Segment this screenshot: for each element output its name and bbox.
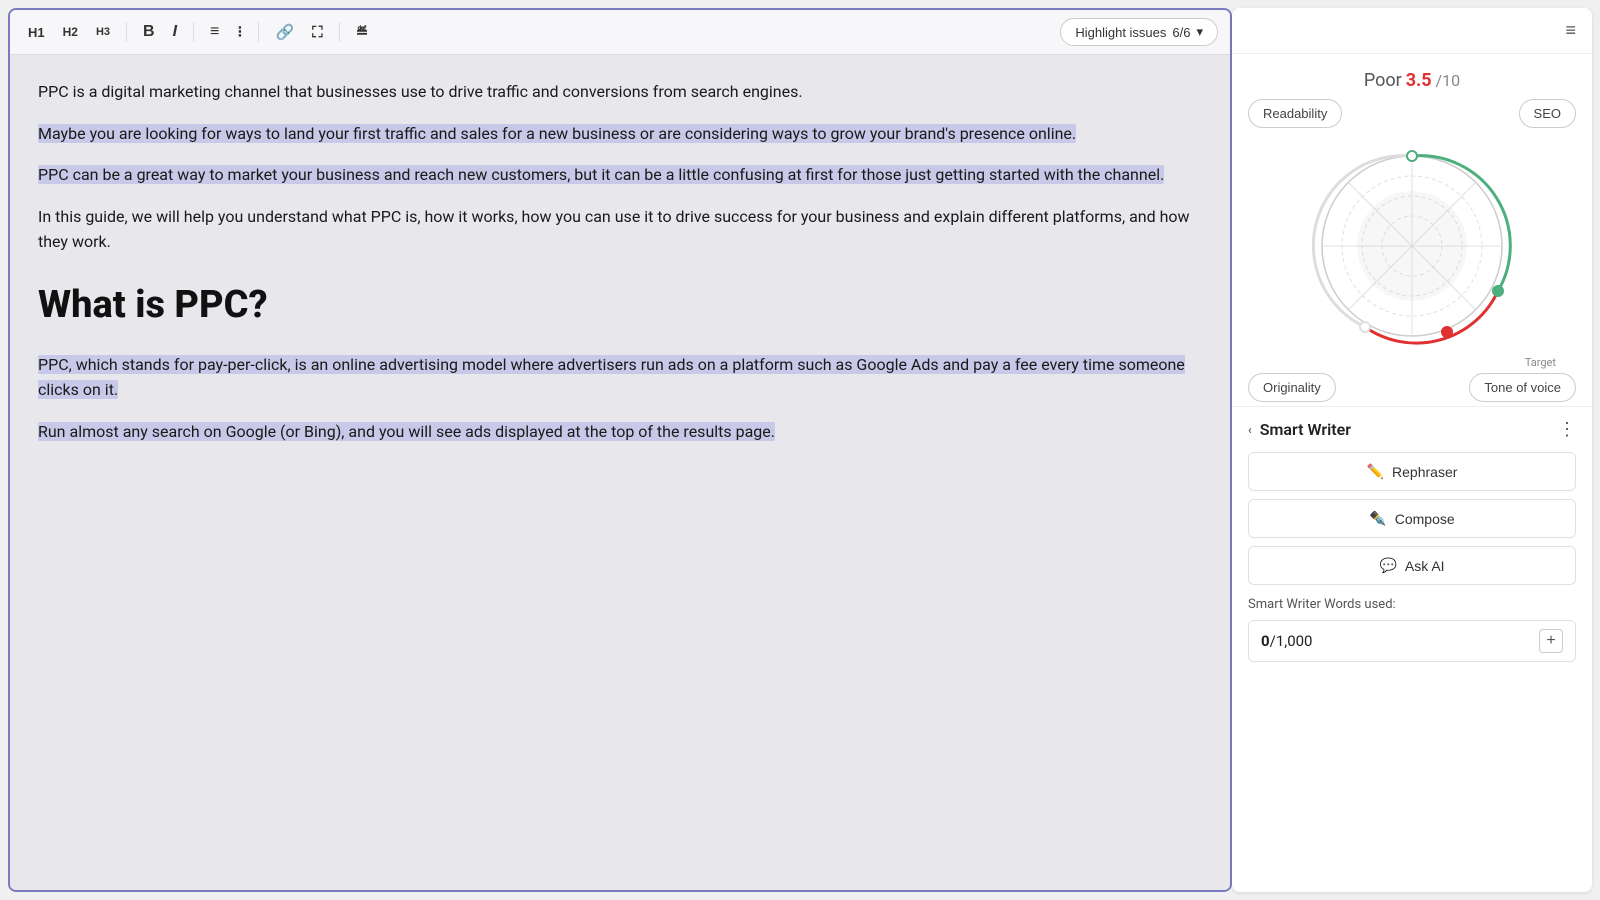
separator-2	[193, 22, 194, 42]
more-options-icon[interactable]: ⋮	[1558, 419, 1576, 440]
words-total: 1,000	[1276, 632, 1313, 650]
separator-1	[126, 22, 127, 42]
tone-of-voice-badge[interactable]: Tone of voice	[1469, 373, 1576, 402]
editor-panel: H1 H2 H3 B I ≡ ⁝ 🔗 ⛶ ≝ Highlight issues …	[8, 8, 1232, 892]
compose-label: Compose	[1395, 511, 1455, 527]
highlight-count: 6/6	[1172, 25, 1190, 40]
h2-button[interactable]: H2	[57, 21, 84, 43]
paragraph-6: Run almost any search on Google (or Bing…	[38, 419, 1202, 445]
paragraph-4: In this guide, we will help you understa…	[38, 204, 1202, 255]
heading-what-is-ppc: What is PPC?	[38, 275, 1202, 336]
radar-chart	[1232, 136, 1592, 356]
separator-3	[258, 22, 259, 42]
compose-icon: ✒️	[1369, 510, 1386, 527]
score-value: 3.5	[1406, 70, 1432, 91]
badges-bottom-row: Originality Tone of voice	[1232, 373, 1592, 402]
score-label: Poor	[1364, 70, 1402, 91]
ordered-list-button[interactable]: ≡	[204, 19, 225, 45]
target-label: Target	[1232, 356, 1592, 369]
smart-writer-header: ‹ Smart Writer ⋮	[1248, 419, 1576, 440]
badges-top-row: Readability SEO	[1232, 99, 1592, 128]
add-words-button[interactable]: +	[1539, 629, 1563, 653]
ask-ai-icon: 💬	[1379, 557, 1396, 574]
link-button[interactable]: 🔗	[269, 19, 300, 45]
rephraser-icon: ✏️	[1367, 463, 1384, 480]
menu-icon[interactable]: ≡	[1565, 20, 1576, 41]
bold-button[interactable]: B	[137, 19, 161, 45]
score-section: Poor 3.5 /10	[1232, 54, 1592, 99]
smart-writer-label: Smart Writer	[1260, 420, 1351, 439]
compose-button[interactable]: ✒️ Compose	[1248, 499, 1576, 538]
chevron-down-icon: ▾	[1196, 24, 1203, 40]
highlight-paragraph-6: Run almost any search on Google (or Bing…	[38, 422, 775, 441]
smart-writer-title: ‹ Smart Writer	[1248, 420, 1351, 439]
highlight-paragraph-3: PPC can be a great way to market your bu…	[38, 165, 1164, 184]
ask-ai-label: Ask AI	[1405, 558, 1445, 574]
paragraph-3: PPC can be a great way to market your bu…	[38, 162, 1202, 188]
image-button[interactable]: ⛶	[306, 20, 329, 45]
clear-format-button[interactable]: ≝	[350, 19, 375, 45]
rephraser-button[interactable]: ✏️ Rephraser	[1248, 452, 1576, 491]
separator-4	[339, 22, 340, 42]
highlight-issues-label: Highlight issues	[1075, 25, 1166, 40]
editor-content[interactable]: PPC is a digital marketing channel that …	[10, 55, 1230, 890]
originality-badge[interactable]: Originality	[1248, 373, 1336, 402]
sidebar: ≡ Poor 3.5 /10 Readability SEO	[1232, 8, 1592, 892]
h1-button[interactable]: H1	[22, 21, 51, 44]
seo-badge[interactable]: SEO	[1519, 99, 1576, 128]
words-counter-row: 0/1,000 +	[1248, 620, 1576, 662]
sidebar-header: ≡	[1232, 8, 1592, 54]
paragraph-5: PPC, which stands for pay-per-click, is …	[38, 352, 1202, 403]
words-used-label: Smart Writer Words used:	[1248, 597, 1576, 612]
h3-button[interactable]: H3	[90, 22, 116, 42]
unordered-list-button[interactable]: ⁝	[231, 18, 248, 46]
score-suffix: /10	[1436, 71, 1461, 90]
italic-button[interactable]: I	[167, 19, 183, 45]
radar-svg	[1302, 136, 1522, 356]
ask-ai-button[interactable]: 💬 Ask AI	[1248, 546, 1576, 585]
highlight-paragraph-2: Maybe you are looking for ways to land y…	[38, 124, 1076, 143]
highlight-paragraph-5: PPC, which stands for pay-per-click, is …	[38, 355, 1185, 400]
words-count-value: 0	[1261, 632, 1270, 650]
paragraph-1: PPC is a digital marketing channel that …	[38, 79, 1202, 105]
words-count-display: 0/1,000	[1261, 632, 1313, 650]
highlight-issues-button[interactable]: Highlight issues 6/6 ▾	[1060, 18, 1218, 46]
readability-badge[interactable]: Readability	[1248, 99, 1342, 128]
smart-writer-section: ‹ Smart Writer ⋮ ✏️ Rephraser ✒️ Compose…	[1232, 406, 1592, 674]
paragraph-2: Maybe you are looking for ways to land y…	[38, 121, 1202, 147]
collapse-icon[interactable]: ‹	[1248, 423, 1252, 437]
toolbar: H1 H2 H3 B I ≡ ⁝ 🔗 ⛶ ≝ Highlight issues …	[10, 10, 1230, 55]
rephraser-label: Rephraser	[1392, 464, 1457, 480]
